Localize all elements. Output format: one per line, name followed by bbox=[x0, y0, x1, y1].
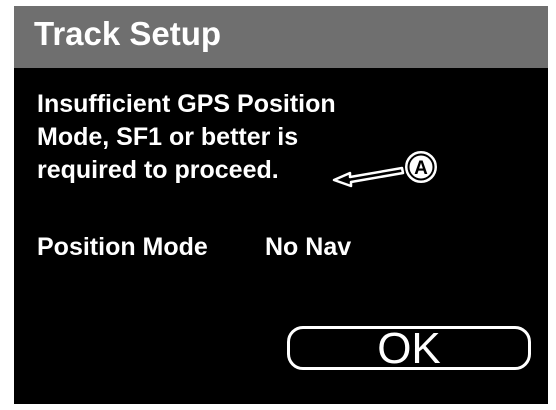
screen-frame: Track Setup Insufficient GPS Position Mo… bbox=[0, 0, 556, 410]
message-line: Insufficient GPS Position bbox=[37, 90, 336, 118]
callout-letter: A bbox=[414, 158, 428, 179]
dialog-panel: Track Setup Insufficient GPS Position Mo… bbox=[14, 6, 548, 404]
position-mode-value: No Nav bbox=[265, 233, 352, 261]
title-bar: Track Setup bbox=[14, 6, 548, 68]
ok-button[interactable]: OK bbox=[287, 324, 531, 373]
callout-arrow-icon: A bbox=[332, 151, 437, 188]
dialog-title: Track Setup bbox=[34, 15, 222, 52]
position-mode-label: Position Mode bbox=[37, 233, 208, 261]
ok-button-label: OK bbox=[377, 324, 441, 373]
